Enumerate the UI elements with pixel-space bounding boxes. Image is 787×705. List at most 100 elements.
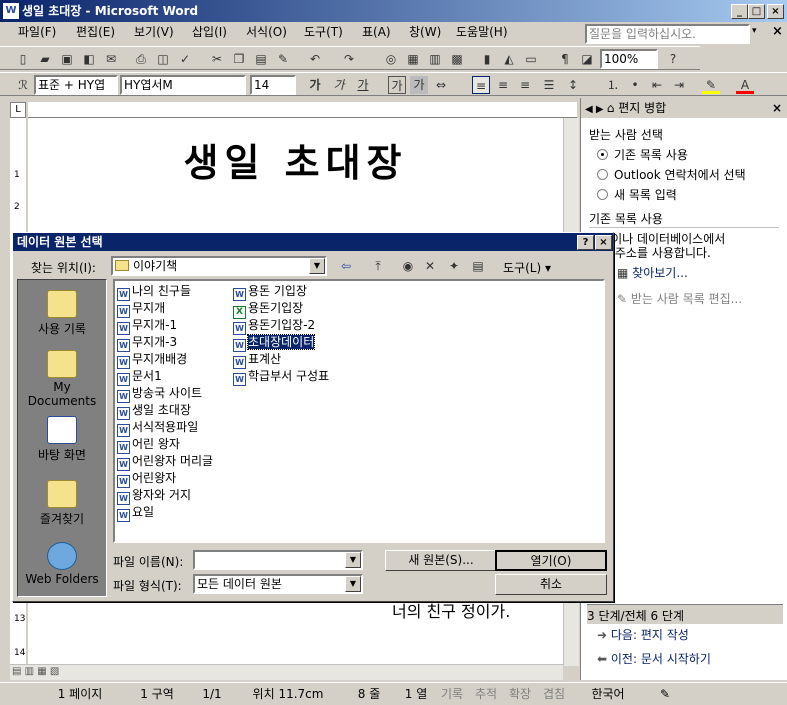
spelling-status-icon[interactable]: ✎	[650, 686, 680, 703]
file-item[interactable]: W 문서1	[117, 368, 213, 386]
highlight-icon[interactable]: ✎	[702, 76, 720, 94]
home-icon[interactable]: ⌂	[607, 101, 615, 115]
align-right-icon[interactable]: ≡	[516, 76, 534, 94]
open-icon[interactable]: ▰	[36, 50, 54, 68]
hyperlink-icon[interactable]: ◎	[382, 50, 400, 68]
status-rec[interactable]: 기록	[436, 686, 468, 703]
email-icon[interactable]: ✉	[102, 50, 120, 68]
file-item[interactable]: W 서식적용파일	[117, 419, 213, 437]
file-list[interactable]: W 나의 친구들 W 무지개 W 무지개-1 W 무지개-3 W 무지개배경 W 문서1 W 방송국 사이…	[113, 279, 605, 543]
taskpane-close-icon[interactable]: ×	[772, 98, 782, 118]
bullets-icon[interactable]: •	[626, 76, 644, 94]
redo-icon[interactable]: ↷	[340, 50, 358, 68]
file-item[interactable]: W 용돈기입장-2	[233, 317, 329, 335]
align-justify-icon[interactable]: ≡	[472, 76, 490, 94]
new-doc-icon[interactable]: ▯	[14, 50, 32, 68]
font-size-combo[interactable]: 14	[250, 75, 296, 95]
font-combo[interactable]: HY엽서M	[120, 75, 246, 95]
menu-format[interactable]: 서식(O)	[242, 22, 291, 42]
lookin-combo[interactable]: 이야기책 ▼	[111, 256, 327, 276]
open-button[interactable]: 열기(O)	[495, 550, 607, 571]
style-combo[interactable]: 표준 + HY엽	[34, 75, 118, 95]
menu-edit[interactable]: 편집(E)	[72, 22, 119, 42]
help-icon[interactable]: ?	[664, 50, 682, 68]
menu-insert[interactable]: 삽입(I)	[188, 22, 231, 42]
file-item[interactable]: W 초대장데이터	[233, 334, 329, 352]
back-arrow-icon[interactable]: ◀ ▶	[585, 104, 607, 115]
place-web-folders[interactable]: Web Folders	[18, 542, 106, 586]
cancel-button[interactable]: 취소	[495, 574, 607, 595]
file-item[interactable]: W 무지개배경	[117, 351, 213, 369]
file-item[interactable]: W 용돈 기입장	[233, 283, 329, 301]
tables-borders-icon[interactable]: ▦	[404, 50, 422, 68]
new-source-button[interactable]: 새 원본(S)...	[385, 550, 497, 571]
close-button[interactable]: ×	[767, 4, 784, 19]
print-icon[interactable]: ⎙	[132, 50, 150, 68]
doc-close-icon[interactable]: ×	[772, 24, 783, 39]
status-ext[interactable]: 확장	[504, 686, 536, 703]
file-item[interactable]: W 어린왕자	[117, 470, 213, 488]
italic-button[interactable]: 가	[330, 76, 348, 94]
dialog-help-button[interactable]: ?	[577, 235, 594, 250]
distribute-icon[interactable]: ☰	[540, 76, 558, 94]
radio-existing-list[interactable]: 기존 목록 사용	[597, 146, 688, 163]
drawing-icon[interactable]: ◭	[500, 50, 518, 68]
prev-step-link[interactable]: ⬅ 이전: 문서 시작하기	[597, 650, 711, 667]
increase-indent-icon[interactable]: ⇥	[670, 76, 688, 94]
underline-button[interactable]: 가	[354, 76, 372, 94]
char-border-button[interactable]: 가	[388, 76, 406, 94]
spelling-icon[interactable]: ✓	[176, 50, 194, 68]
decrease-indent-icon[interactable]: ⇤	[648, 76, 666, 94]
ruler-corner[interactable]: L	[10, 102, 26, 118]
help-dropdown-arrow-icon[interactable]: ▾	[752, 26, 757, 36]
show-hide-icon[interactable]: ¶	[556, 50, 574, 68]
read-icon[interactable]: ◪	[578, 50, 596, 68]
menu-help[interactable]: 도움말(H)	[452, 22, 512, 42]
file-item[interactable]: W 요일	[117, 504, 213, 522]
line-spacing-icon[interactable]: ↕	[564, 76, 582, 94]
insert-excel-icon[interactable]: ▩	[448, 50, 466, 68]
file-item[interactable]: W 무지개	[117, 300, 213, 318]
filetype-combo[interactable]: 모든 데이터 원본	[193, 574, 363, 594]
menu-file[interactable]: 파일(F)	[14, 22, 60, 42]
menu-tools[interactable]: 도구(T)	[300, 22, 347, 42]
back-icon[interactable]: ⇦	[337, 257, 355, 275]
undo-icon[interactable]: ↶	[306, 50, 324, 68]
up-folder-icon[interactable]: ⤒	[369, 257, 387, 275]
place-my-documents[interactable]: My Documents	[18, 350, 106, 408]
file-item[interactable]: X 용돈기입장	[233, 300, 329, 319]
filetype-dropdown-arrow-icon[interactable]: ▼	[345, 576, 361, 592]
columns-icon[interactable]: ▮	[478, 50, 496, 68]
status-trk[interactable]: 추적	[470, 686, 502, 703]
bold-button[interactable]: 가	[306, 76, 324, 94]
place-history[interactable]: 사용 기록	[18, 290, 106, 337]
zoom-combo[interactable]: 100%	[600, 49, 658, 69]
place-desktop[interactable]: 바탕 화면	[18, 416, 106, 463]
maximize-button[interactable]: □	[748, 4, 765, 19]
char-shading-button[interactable]: 가	[410, 76, 428, 94]
horizontal-scrollbar[interactable]: ▤ ▥ ▦ ▧	[10, 664, 563, 680]
status-ovr[interactable]: 겹침	[538, 686, 570, 703]
file-item[interactable]: W 방송국 사이트	[117, 385, 213, 403]
char-scale-icon[interactable]: ⇔	[432, 76, 450, 94]
view-buttons-icon[interactable]: ▤ ▥ ▦ ▧	[12, 666, 59, 677]
dialog-close-button[interactable]: ×	[595, 235, 612, 250]
menu-window[interactable]: 창(W)	[405, 22, 445, 42]
lookin-dropdown-arrow-icon[interactable]: ▼	[309, 258, 325, 274]
file-item[interactable]: W 생일 초대장	[117, 402, 213, 420]
file-item[interactable]: W 표계산	[233, 351, 329, 369]
file-item[interactable]: W 어린 왕자	[117, 436, 213, 454]
browse-link[interactable]: ▦ 찾아보기...	[617, 264, 688, 281]
minimize-button[interactable]: _	[731, 4, 748, 19]
numbering-icon[interactable]: ⒈	[604, 76, 622, 94]
styles-pane-icon[interactable]: ℛ	[14, 76, 32, 94]
next-step-link[interactable]: ➜ 다음: 편지 작성	[597, 626, 689, 643]
format-painter-icon[interactable]: ✎	[274, 50, 292, 68]
cut-icon[interactable]: ✂	[208, 50, 226, 68]
doc-map-icon[interactable]: ▭	[522, 50, 540, 68]
help-question-input[interactable]: 질문을 입력하십시오.	[585, 24, 750, 44]
horizontal-ruler[interactable]	[28, 102, 577, 118]
file-item[interactable]: W 무지개-3	[117, 334, 213, 352]
views-icon[interactable]: ▤	[469, 257, 487, 275]
file-item[interactable]: W 무지개-1	[117, 317, 213, 335]
